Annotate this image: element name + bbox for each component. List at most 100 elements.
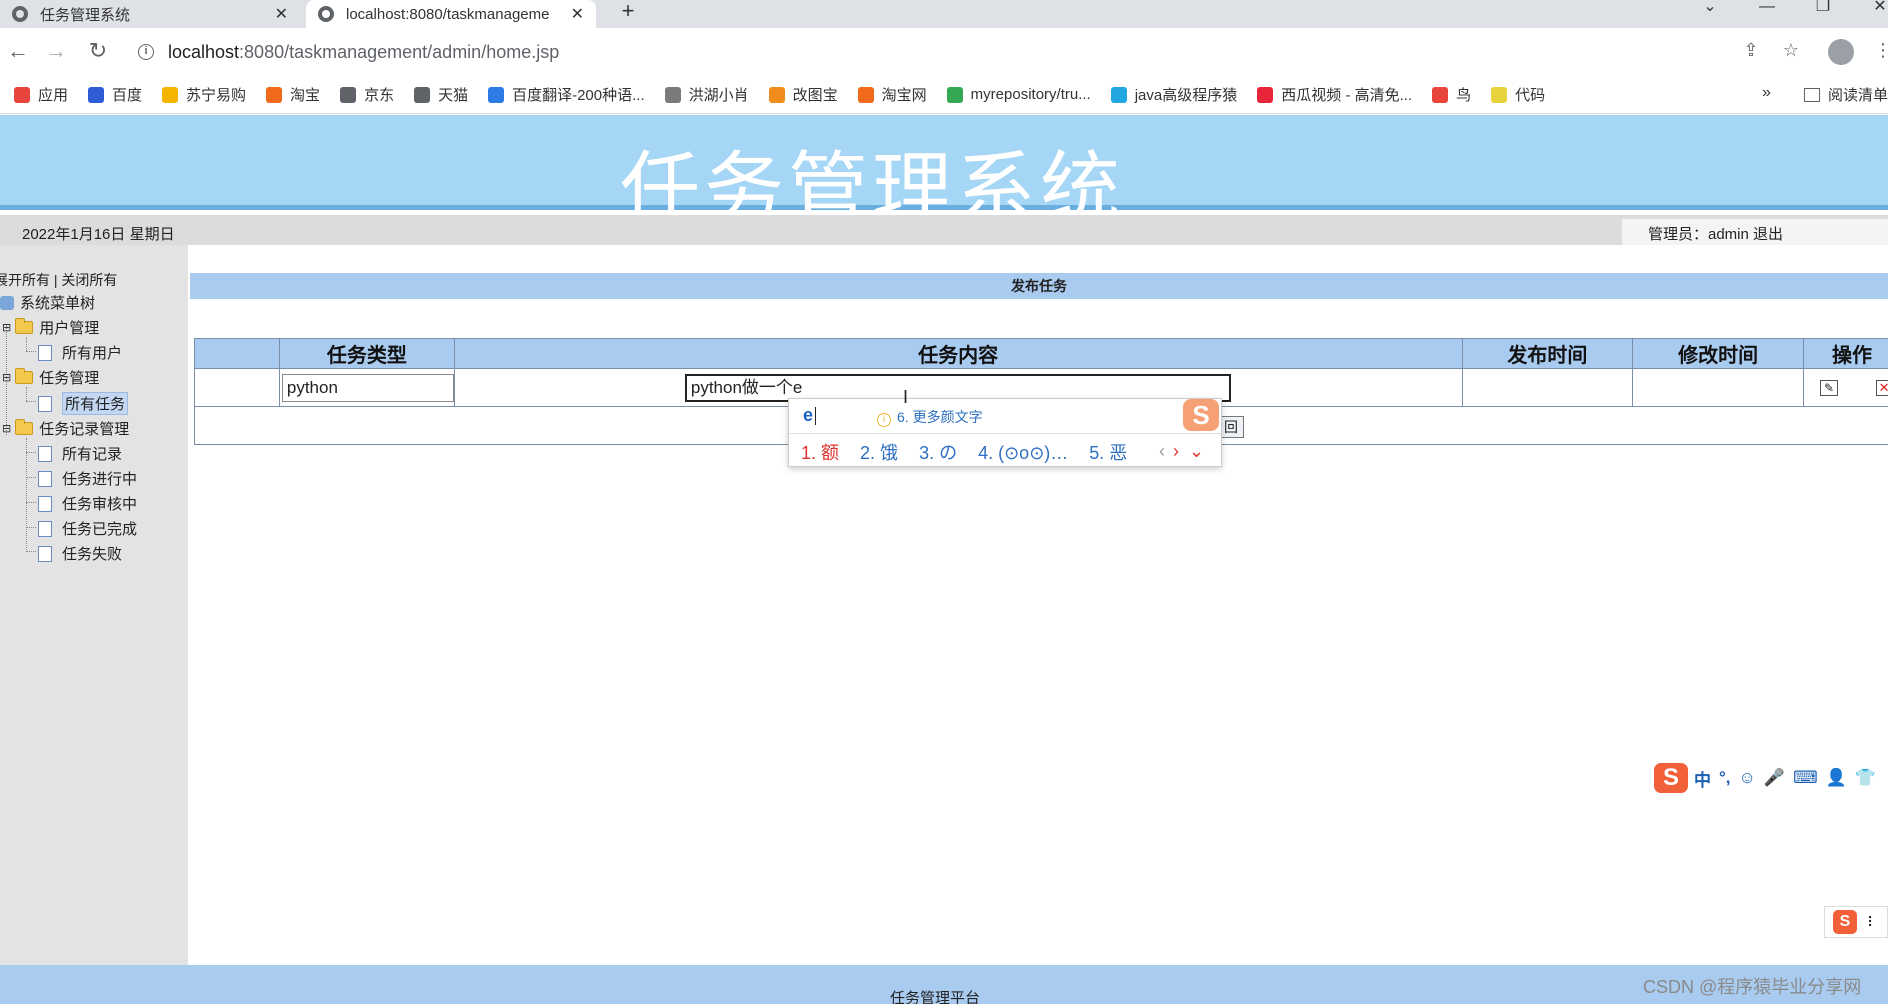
column-header-task-content: 任务内容 bbox=[453, 338, 1463, 369]
sidebar-item-all-records[interactable]: 所有记录 bbox=[38, 443, 122, 464]
tree-root[interactable]: 系统菜单树 bbox=[0, 292, 95, 313]
restore-icon[interactable]: ❐ bbox=[1803, 0, 1843, 28]
ime-candidate-popup: e i 6. 更多颜文字 S 1. 额 2. 饿 3. の 4. (⊙o⊙)… 5… bbox=[788, 398, 1222, 467]
bookmark-item[interactable]: 鸟 bbox=[1432, 84, 1471, 105]
bookmark-item[interactable]: java高级程序猿 bbox=[1110, 84, 1237, 105]
tree-connector bbox=[26, 401, 36, 402]
bookmark-item[interactable]: myrepository/tru... bbox=[946, 86, 1091, 103]
info-bar: 2022年1月16日 星期日 管理员：admin 退出 bbox=[0, 215, 1888, 245]
tab-search-icon[interactable]: ⌄ bbox=[1690, 0, 1730, 28]
bookmark-favicon-icon bbox=[340, 86, 357, 103]
column-header-actions: 操作 bbox=[1803, 338, 1888, 369]
bookmarks-bar: 应用 百度 苏宁易购 淘宝 京东 天猫 百度翻译-200种语... 洪湖小肖 改图宝 淘宝网 myr… bbox=[0, 76, 1888, 114]
ime-more-emoticons-hint[interactable]: i 6. 更多颜文字 bbox=[877, 407, 983, 427]
sogou-logo-icon: S bbox=[1183, 399, 1219, 431]
more-icon[interactable]: ⠇ bbox=[1867, 914, 1877, 931]
forward-icon[interactable]: → bbox=[42, 38, 70, 66]
sogou-logo-icon[interactable]: S bbox=[1654, 763, 1688, 793]
page-icon bbox=[38, 395, 52, 412]
bookmark-item[interactable]: 改图宝 bbox=[768, 84, 838, 105]
punctuation-icon[interactable]: °, bbox=[1719, 768, 1731, 788]
tab-title: 任务管理系统 bbox=[40, 6, 131, 24]
bookmark-item[interactable]: 京东 bbox=[340, 84, 394, 105]
profile-avatar[interactable] bbox=[1828, 39, 1854, 65]
ime-candidate[interactable]: 3. の bbox=[919, 443, 957, 463]
chinese-mode-toggle[interactable]: 中 bbox=[1694, 766, 1711, 791]
bookmark-item[interactable]: 洪湖小肖 bbox=[664, 84, 749, 105]
chevron-right-icon[interactable]: › bbox=[1173, 441, 1179, 461]
user-icon[interactable]: 👤 bbox=[1826, 768, 1847, 788]
sidebar-item-tasks-completed[interactable]: 任务已完成 bbox=[38, 518, 137, 539]
bookmark-item[interactable]: 西瓜视频 - 高清免... bbox=[1257, 84, 1412, 105]
bookmark-item[interactable]: 淘宝网 bbox=[857, 84, 927, 105]
tree-connector bbox=[26, 477, 36, 478]
delete-icon[interactable]: ✕ bbox=[1876, 379, 1888, 396]
ime-candidate-list: 1. 额 2. 饿 3. の 4. (⊙o⊙)… 5. 恶 bbox=[801, 439, 1143, 465]
task-type-input[interactable]: python bbox=[281, 373, 454, 402]
bookmark-favicon-icon bbox=[768, 86, 785, 103]
new-tab-button[interactable]: + bbox=[614, 0, 642, 28]
minimize-icon[interactable]: — bbox=[1747, 0, 1787, 28]
bookmark-favicon-icon bbox=[88, 86, 105, 103]
bookmark-item[interactable]: 代码 bbox=[1491, 84, 1545, 105]
admin-info[interactable]: 管理员：admin 退出 bbox=[1622, 219, 1888, 245]
bookmark-label: 西瓜视频 - 高清免... bbox=[1281, 87, 1413, 104]
collapse-toggle-icon[interactable]: ⊟ bbox=[2, 422, 11, 435]
bookmark-item[interactable]: 百度翻译-200种语... bbox=[488, 84, 645, 105]
window-close-icon[interactable]: ✕ bbox=[1860, 0, 1888, 28]
ime-pager: ‹ › ⌄ bbox=[1159, 441, 1204, 462]
menu-icon[interactable]: ⋮ bbox=[1870, 40, 1888, 64]
tree-connector bbox=[26, 438, 27, 550]
browser-tab-active[interactable]: localhost:8080/taskmanageme ✕ bbox=[306, 0, 596, 28]
reading-list-button[interactable]: 阅读清单 bbox=[1804, 84, 1888, 105]
tree-group-user-management[interactable]: ⊟ 用户管理 bbox=[2, 317, 99, 338]
tree-group-task-management[interactable]: ⊟ 任务管理 bbox=[2, 367, 99, 388]
skin-icon[interactable]: 👕 bbox=[1855, 768, 1876, 788]
reload-icon[interactable]: ↻ bbox=[84, 38, 112, 66]
emoji-icon[interactable]: ☺ bbox=[1739, 768, 1756, 788]
tree-group-task-records[interactable]: ⊟ 任务记录管理 bbox=[2, 418, 129, 439]
close-icon[interactable]: ✕ bbox=[275, 4, 288, 24]
chevron-down-icon[interactable]: ⌄ bbox=[1189, 441, 1204, 461]
more-bookmarks-button[interactable]: » bbox=[1762, 84, 1771, 102]
bookmark-item[interactable]: 淘宝 bbox=[266, 84, 320, 105]
back-icon[interactable]: ← bbox=[4, 38, 32, 66]
table-header-row: 任务类型 任务内容 发布时间 修改时间 操作 bbox=[194, 338, 1888, 369]
bookmark-star-icon[interactable]: ☆ bbox=[1778, 40, 1804, 64]
publish-time-cell bbox=[1461, 368, 1634, 407]
ime-candidate[interactable]: 4. (⊙o⊙)… bbox=[978, 443, 1068, 463]
address-bar[interactable]: i localhost:8080/taskmanagement/admin/ho… bbox=[128, 34, 1808, 70]
edit-icon[interactable]: ✎ bbox=[1820, 379, 1839, 396]
sidebar-item-all-users[interactable]: 所有用户 bbox=[38, 342, 122, 363]
keyboard-icon[interactable]: ⌨ bbox=[1793, 768, 1818, 788]
watermark-text: CSDN @程序猿毕业分享网 bbox=[1643, 977, 1862, 997]
tree-connector bbox=[26, 527, 36, 528]
close-icon[interactable]: ✕ bbox=[571, 4, 584, 24]
info-icon[interactable]: i bbox=[138, 44, 154, 60]
microphone-icon[interactable]: 🎤 bbox=[1764, 768, 1785, 788]
browser-tab[interactable]: 任务管理系统 ✕ bbox=[0, 0, 300, 28]
ime-candidate[interactable]: 5. 恶 bbox=[1089, 443, 1127, 463]
bookmark-label: 京东 bbox=[364, 87, 395, 104]
sidebar-item-tasks-in-progress[interactable]: 任务进行中 bbox=[38, 468, 137, 489]
sidebar-item-tasks-failed[interactable]: 任务失败 bbox=[38, 543, 122, 564]
sidebar-item-all-tasks[interactable]: 所有任务 bbox=[38, 392, 129, 415]
sogou-mini-widget[interactable]: S ⠇ bbox=[1824, 906, 1888, 938]
share-icon[interactable]: ⇪ bbox=[1738, 40, 1764, 64]
chevron-left-icon[interactable]: ‹ bbox=[1159, 441, 1165, 461]
footer-text: 任务管理平台 bbox=[890, 990, 981, 1004]
bookmark-item[interactable]: 百度 bbox=[88, 84, 142, 105]
page-icon bbox=[38, 495, 52, 512]
bookmark-item[interactable]: 天猫 bbox=[414, 84, 468, 105]
sidebar-item-tasks-in-review[interactable]: 任务审核中 bbox=[38, 493, 137, 514]
page-icon bbox=[38, 545, 52, 562]
bookmark-label: 淘宝网 bbox=[881, 87, 927, 104]
column-header-publish-time: 发布时间 bbox=[1461, 338, 1634, 369]
bookmark-item[interactable]: 苏宁易购 bbox=[162, 84, 246, 105]
ime-candidate[interactable]: 1. 额 bbox=[801, 443, 839, 463]
expand-collapse-links[interactable]: 展开所有 | 关闭所有 bbox=[0, 270, 117, 290]
bookmark-item[interactable]: 应用 bbox=[14, 84, 68, 105]
collapse-toggle-icon[interactable]: ⊟ bbox=[2, 321, 11, 334]
ime-candidate[interactable]: 2. 饿 bbox=[860, 443, 898, 463]
collapse-toggle-icon[interactable]: ⊟ bbox=[2, 371, 11, 384]
